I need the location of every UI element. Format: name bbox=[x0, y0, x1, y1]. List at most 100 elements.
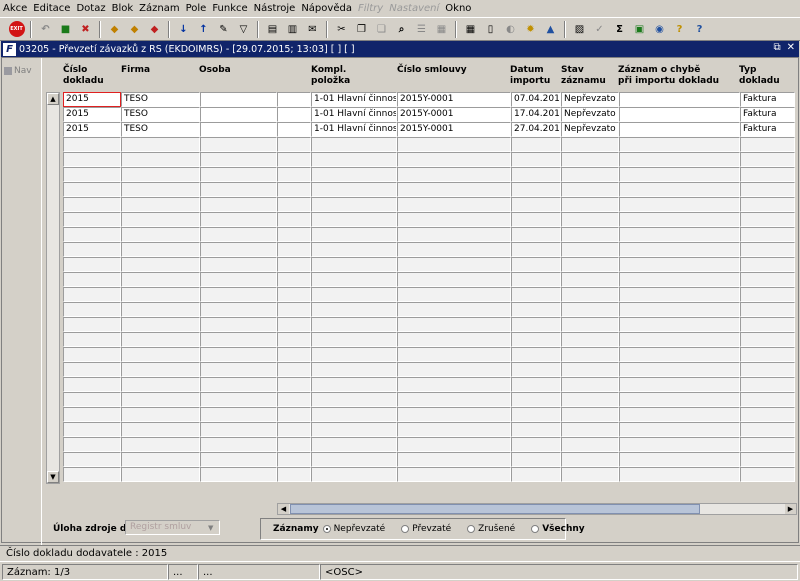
table-cell[interactable] bbox=[121, 137, 200, 152]
excel-button[interactable]: ▣ bbox=[631, 21, 648, 38]
records-filter-option[interactable]: Zrušené bbox=[467, 524, 515, 534]
table-cell[interactable] bbox=[200, 302, 277, 317]
table-cell[interactable] bbox=[619, 287, 740, 302]
table-cell[interactable] bbox=[311, 317, 397, 332]
table-cell[interactable] bbox=[511, 257, 561, 272]
table-cell[interactable] bbox=[121, 467, 200, 482]
table-cell[interactable] bbox=[277, 107, 311, 122]
table-cell[interactable] bbox=[121, 167, 200, 182]
table-cell[interactable] bbox=[740, 317, 795, 332]
table-cell[interactable] bbox=[619, 467, 740, 482]
table-cell[interactable] bbox=[619, 437, 740, 452]
table-cell[interactable] bbox=[63, 272, 121, 287]
table-cell[interactable] bbox=[397, 317, 511, 332]
cut-button[interactable]: ✂ bbox=[333, 21, 350, 38]
table-cell[interactable] bbox=[311, 182, 397, 197]
table-cell[interactable]: TESO bbox=[121, 107, 200, 122]
table-cell[interactable] bbox=[619, 422, 740, 437]
table-cell[interactable] bbox=[200, 197, 277, 212]
sort-asc-button[interactable]: ↓ bbox=[175, 21, 192, 38]
table-cell[interactable] bbox=[619, 212, 740, 227]
table-cell[interactable] bbox=[511, 212, 561, 227]
menu-item[interactable]: Pole bbox=[186, 3, 207, 14]
scroll-down-icon[interactable]: ▼ bbox=[47, 471, 59, 483]
menu-item[interactable]: Dotaz bbox=[76, 3, 105, 14]
table-cell[interactable] bbox=[121, 407, 200, 422]
table-cell[interactable] bbox=[397, 197, 511, 212]
table-cell[interactable] bbox=[619, 272, 740, 287]
table-cell[interactable] bbox=[740, 212, 795, 227]
records-filter-option[interactable]: Všechny bbox=[531, 524, 585, 534]
menu-item[interactable]: Nápověda bbox=[301, 3, 352, 14]
table-cell[interactable]: Nepřevzato bbox=[561, 92, 619, 107]
paste-button[interactable]: ❏ bbox=[373, 21, 390, 38]
records-filter-option[interactable]: Nepřevzaté bbox=[322, 524, 385, 534]
print-button[interactable]: ▤ bbox=[264, 21, 281, 38]
table-cell[interactable] bbox=[740, 257, 795, 272]
table-cell[interactable] bbox=[200, 377, 277, 392]
table-cell[interactable] bbox=[740, 227, 795, 242]
table-cell[interactable] bbox=[740, 392, 795, 407]
table-cell[interactable]: 1-01 Hlavní činnost bbox=[311, 107, 397, 122]
table-cell[interactable]: 2015Y-0001 bbox=[397, 122, 511, 137]
table-cell[interactable] bbox=[561, 362, 619, 377]
table-cell[interactable] bbox=[740, 272, 795, 287]
table-cell[interactable] bbox=[200, 257, 277, 272]
filter-button[interactable]: ▽ bbox=[235, 21, 252, 38]
table-cell[interactable] bbox=[63, 347, 121, 362]
menu-item[interactable]: Blok bbox=[112, 3, 134, 14]
table-cell[interactable] bbox=[740, 152, 795, 167]
table-cell[interactable] bbox=[277, 122, 311, 137]
table-cell[interactable]: TESO bbox=[121, 92, 200, 107]
table-cell[interactable] bbox=[277, 212, 311, 227]
chart-button[interactable]: ▨ bbox=[571, 21, 588, 38]
table-cell[interactable] bbox=[200, 272, 277, 287]
table-cell[interactable] bbox=[619, 407, 740, 422]
table-cell[interactable] bbox=[511, 227, 561, 242]
table-cell[interactable] bbox=[511, 182, 561, 197]
table-cell[interactable] bbox=[200, 212, 277, 227]
table-cell[interactable] bbox=[397, 167, 511, 182]
table-cell[interactable] bbox=[561, 137, 619, 152]
table-cell[interactable] bbox=[619, 377, 740, 392]
table-cell[interactable] bbox=[511, 452, 561, 467]
table-cell[interactable] bbox=[561, 167, 619, 182]
table-cell[interactable] bbox=[277, 287, 311, 302]
table-cell[interactable] bbox=[311, 467, 397, 482]
table-cell[interactable] bbox=[311, 152, 397, 167]
table-cell[interactable]: 27.04.2015 bbox=[511, 122, 561, 137]
table-cell[interactable] bbox=[277, 167, 311, 182]
horizontal-scrollbar[interactable]: ◀ ▶ bbox=[277, 503, 797, 515]
table-cell[interactable] bbox=[397, 407, 511, 422]
table-cell[interactable] bbox=[397, 242, 511, 257]
table-cell[interactable] bbox=[63, 167, 121, 182]
table-cell[interactable] bbox=[200, 122, 277, 137]
table-cell[interactable] bbox=[619, 362, 740, 377]
table-cell[interactable] bbox=[63, 392, 121, 407]
table-cell[interactable] bbox=[200, 437, 277, 452]
table-cell[interactable] bbox=[561, 407, 619, 422]
table-cell[interactable] bbox=[200, 317, 277, 332]
table-cell[interactable] bbox=[277, 317, 311, 332]
table-cell[interactable] bbox=[619, 227, 740, 242]
table-cell[interactable] bbox=[200, 137, 277, 152]
table-cell[interactable] bbox=[511, 317, 561, 332]
nav-tab[interactable]: Nav bbox=[4, 66, 32, 76]
table-cell[interactable] bbox=[511, 302, 561, 317]
table-cell[interactable] bbox=[619, 167, 740, 182]
table-cell[interactable] bbox=[511, 137, 561, 152]
table-cell[interactable] bbox=[200, 392, 277, 407]
calculator-button[interactable]: ▦ bbox=[462, 21, 479, 38]
table-cell[interactable] bbox=[619, 107, 740, 122]
table-cell[interactable] bbox=[121, 197, 200, 212]
wrench-button[interactable]: ✎ bbox=[215, 21, 232, 38]
table-cell[interactable] bbox=[200, 242, 277, 257]
table-cell[interactable]: 1-01 Hlavní činnost bbox=[311, 122, 397, 137]
columns-button[interactable]: ▦ bbox=[433, 21, 450, 38]
table-cell[interactable] bbox=[561, 242, 619, 257]
search-button[interactable]: ⌕ bbox=[393, 21, 410, 38]
table-cell[interactable]: 2015Y-0001 bbox=[397, 92, 511, 107]
table-cell[interactable]: TESO bbox=[121, 122, 200, 137]
table-cell[interactable] bbox=[561, 197, 619, 212]
table-cell[interactable] bbox=[397, 137, 511, 152]
